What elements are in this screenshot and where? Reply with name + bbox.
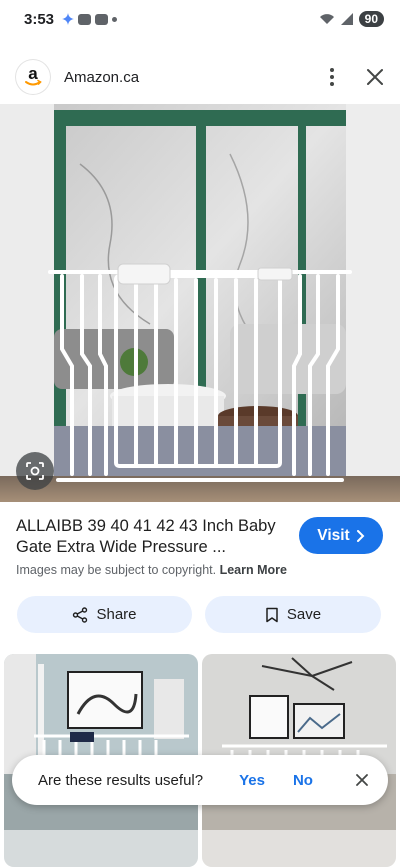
lens-icon[interactable] [16,452,54,490]
youtube-icon [78,13,92,25]
share-label: Share [96,606,137,623]
notification-icons [62,13,118,25]
more-vert-icon[interactable] [324,68,340,86]
amazon-logo-icon[interactable]: a [16,60,50,94]
status-bar: 3:53 90 [0,0,400,38]
status-time: 3:53 [24,10,55,28]
site-name[interactable]: Amazon.ca [64,69,139,86]
system-nav-bar [0,830,400,867]
source-header: a Amazon.ca [0,50,400,104]
feedback-no-button[interactable]: No [293,772,313,789]
close-icon[interactable] [366,68,384,86]
result-title[interactable]: ALLAIBB 39 40 41 42 43 Inch Baby Gate Ex… [16,516,286,558]
product-image[interactable] [0,104,400,502]
battery-level: 90 [358,11,384,27]
close-icon[interactable] [350,768,374,792]
gemini-icon [62,13,75,25]
save-label: Save [286,606,322,623]
feedback-yes-button[interactable]: Yes [239,772,265,789]
feedback-question: Are these results useful? [38,771,204,789]
learn-more-link[interactable]: Learn More [220,563,287,577]
chevron-right-icon [356,529,365,542]
share-icon [73,606,88,623]
copyright-text: Images may be subject to copyright. [16,563,217,577]
bookmark-icon [266,607,278,622]
copyright-notice: Images may be subject to copyright. Lear… [16,563,287,577]
save-button[interactable]: Save [205,596,381,633]
signal-icon [340,13,353,25]
wifi-icon [319,14,334,24]
youtube-icon [95,13,109,25]
visit-button[interactable]: Visit [299,517,383,554]
feedback-snackbar: Are these results useful? Yes No [12,755,388,805]
more-notifications-icon [112,16,118,22]
share-button[interactable]: Share [17,596,192,633]
visit-label: Visit [317,526,350,544]
svg-text:a: a [28,64,38,83]
